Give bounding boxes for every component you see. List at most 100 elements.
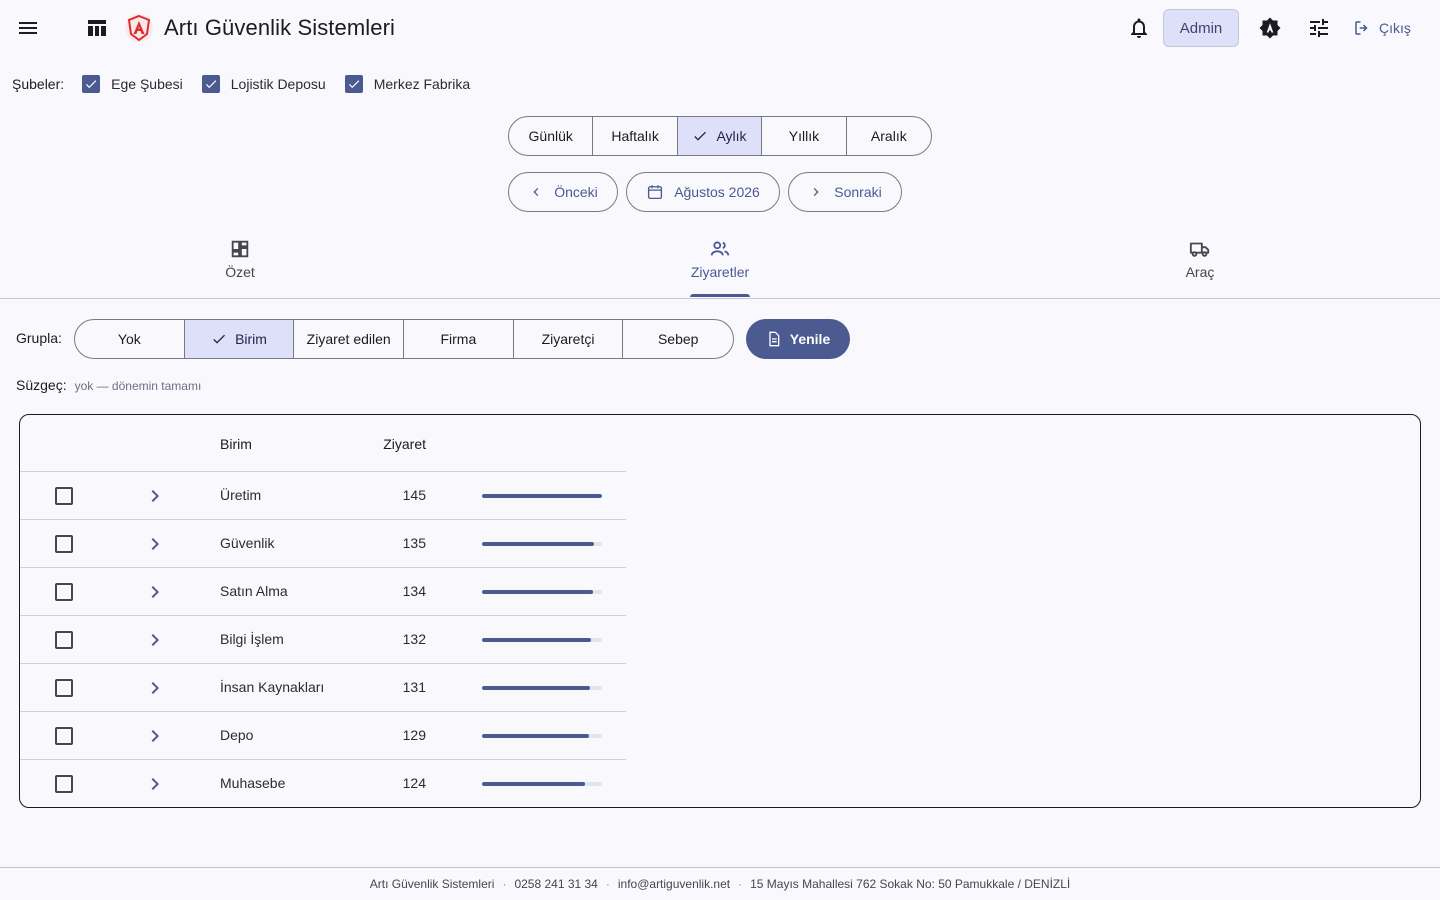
row-checkbox[interactable] [55, 631, 73, 649]
logout-button[interactable]: Çıkış [1353, 17, 1411, 39]
row-share-fill [482, 782, 585, 786]
row-share-fill [482, 542, 594, 546]
branches-label: Şubeler: [12, 76, 65, 92]
row-share-bar [482, 734, 602, 738]
chevron-right-icon[interactable] [143, 628, 167, 652]
row-share-bar [482, 590, 602, 594]
footer-separator: · [738, 877, 743, 891]
chevron-right-icon[interactable] [143, 676, 167, 700]
row-share-fill [482, 590, 593, 594]
branch-filter: Şubeler: Ege Şubesi Lojistik Deposu Merk… [12, 72, 489, 96]
branch-label: Lojistik Deposu [230, 76, 326, 92]
row-birim: Muhasebe [220, 775, 286, 791]
footer-separator: · [605, 877, 610, 891]
row-checkbox[interactable] [55, 679, 73, 697]
table-row[interactable]: Depo 129 [20, 712, 626, 760]
row-birim: Depo [220, 727, 254, 743]
group-option-ziyaret-edilen[interactable]: Ziyaret edilen [294, 320, 405, 358]
table-row[interactable]: Üretim 145 [20, 472, 626, 520]
group-option-sebep[interactable]: Sebep [623, 320, 733, 358]
branch-label: Merkez Fabrika [373, 76, 471, 92]
logout-icon [1355, 21, 1368, 35]
row-ziyaret-count: 129 [402, 727, 426, 743]
table-row[interactable]: Satın Alma 134 [20, 568, 626, 616]
footer-email: info@artiguvenlik.net [617, 877, 731, 891]
app-title: Artı Güvenlik Sistemleri [164, 15, 396, 40]
active-tab-indicator [690, 294, 750, 297]
brightness-auto-icon[interactable] [1258, 16, 1282, 40]
chevron-right-icon[interactable] [143, 532, 167, 556]
row-share-fill [482, 494, 602, 498]
chevron-right-icon[interactable] [143, 580, 167, 604]
group-label: Grupla: [16, 330, 62, 346]
filter-value: yok — dönemin tamamı [74, 379, 202, 393]
period-toggle: Günlük Haftalık Aylık Yıllık Aralık [508, 116, 932, 156]
tab-bar: Özet Ziyaretler Araç [0, 228, 1440, 299]
group-option-birim[interactable]: Birim [184, 320, 295, 358]
table-row[interactable]: İnsan Kaynakları 131 [20, 664, 626, 712]
table-row[interactable]: Muhasebe 124 [20, 760, 626, 807]
row-checkbox[interactable] [55, 775, 73, 793]
column-header-birim: Birim [220, 436, 252, 452]
dashboard-outline-icon [231, 240, 249, 258]
tab-arac[interactable]: Araç [960, 228, 1440, 298]
row-ziyaret-count: 131 [402, 679, 426, 695]
row-checkbox[interactable] [55, 583, 73, 601]
branch-checkbox-ege[interactable]: Ege Şubesi [82, 75, 183, 93]
branch-checkbox-merkez[interactable]: Merkez Fabrika [344, 75, 471, 93]
chevron-right-icon[interactable] [143, 484, 167, 508]
people-icon [710, 241, 730, 256]
row-birim: Güvenlik [220, 535, 275, 551]
refresh-button[interactable]: Yenile [746, 319, 850, 359]
dashboard-icon[interactable] [85, 16, 109, 40]
period-option-haftalik[interactable]: Haftalık [593, 117, 678, 155]
footer-company: Artı Güvenlik Sistemleri [369, 877, 495, 891]
checkbox-checked-icon[interactable] [82, 75, 101, 93]
row-share-bar [482, 638, 602, 642]
bell-icon[interactable] [1127, 16, 1151, 40]
branch-label: Ege Şubesi [111, 76, 183, 92]
row-checkbox[interactable] [55, 727, 73, 745]
row-birim: Üretim [220, 487, 262, 503]
period-option-gunluk[interactable]: Günlük [509, 117, 594, 155]
row-ziyaret-count: 124 [402, 775, 426, 791]
group-option-ziyaretci[interactable]: Ziyaretçi [514, 320, 624, 358]
row-ziyaret-count: 135 [402, 535, 426, 551]
menu-icon[interactable] [16, 16, 40, 40]
table-row[interactable]: Güvenlik 135 [20, 520, 626, 568]
period-option-aylik[interactable]: Aylık [677, 117, 763, 155]
row-birim: Bilgi İşlem [220, 631, 284, 647]
truck-icon [1189, 242, 1210, 257]
next-period-button[interactable]: Sonraki [788, 172, 902, 212]
calendar-icon [648, 185, 663, 200]
previous-period-button[interactable]: Önceki [508, 172, 618, 212]
chevron-right-icon[interactable] [143, 772, 167, 796]
tune-icon[interactable] [1307, 16, 1331, 40]
row-birim: İnsan Kaynakları [220, 679, 325, 695]
filter-info: Süzgeç: yok — dönemin tamamı [16, 377, 201, 393]
row-checkbox[interactable] [55, 487, 73, 505]
tab-ozet[interactable]: Özet [0, 228, 480, 298]
document-icon [769, 331, 780, 347]
checkbox-checked-icon[interactable] [201, 75, 220, 93]
group-option-yok[interactable]: Yok [75, 320, 185, 358]
top-bar: Artı Güvenlik Sistemleri Admin Çıkış [0, 0, 1440, 56]
logout-label: Çıkış [1379, 20, 1411, 36]
period-option-yillik[interactable]: Yıllık [762, 117, 847, 155]
group-option-firma[interactable]: Firma [404, 320, 514, 358]
branch-checkbox-lojistik[interactable]: Lojistik Deposu [201, 75, 326, 93]
footer: Artı Güvenlik Sistemleri · 0258 241 31 3… [0, 867, 1440, 900]
period-option-aralik[interactable]: Aralık [847, 117, 931, 155]
table-row[interactable]: Bilgi İşlem 132 [20, 616, 626, 664]
current-period-button[interactable]: Ağustos 2026 [626, 172, 780, 212]
row-share-bar [482, 782, 602, 786]
row-checkbox[interactable] [55, 535, 73, 553]
row-share-bar [482, 494, 602, 498]
checkbox-checked-icon[interactable] [344, 75, 363, 93]
admin-button[interactable]: Admin [1163, 9, 1239, 47]
chevron-right-icon[interactable] [143, 724, 167, 748]
table-header: Birim Ziyaret [20, 415, 626, 472]
tab-ziyaretler[interactable]: Ziyaretler [480, 228, 960, 298]
row-share-fill [482, 686, 591, 690]
row-ziyaret-count: 145 [402, 487, 426, 503]
